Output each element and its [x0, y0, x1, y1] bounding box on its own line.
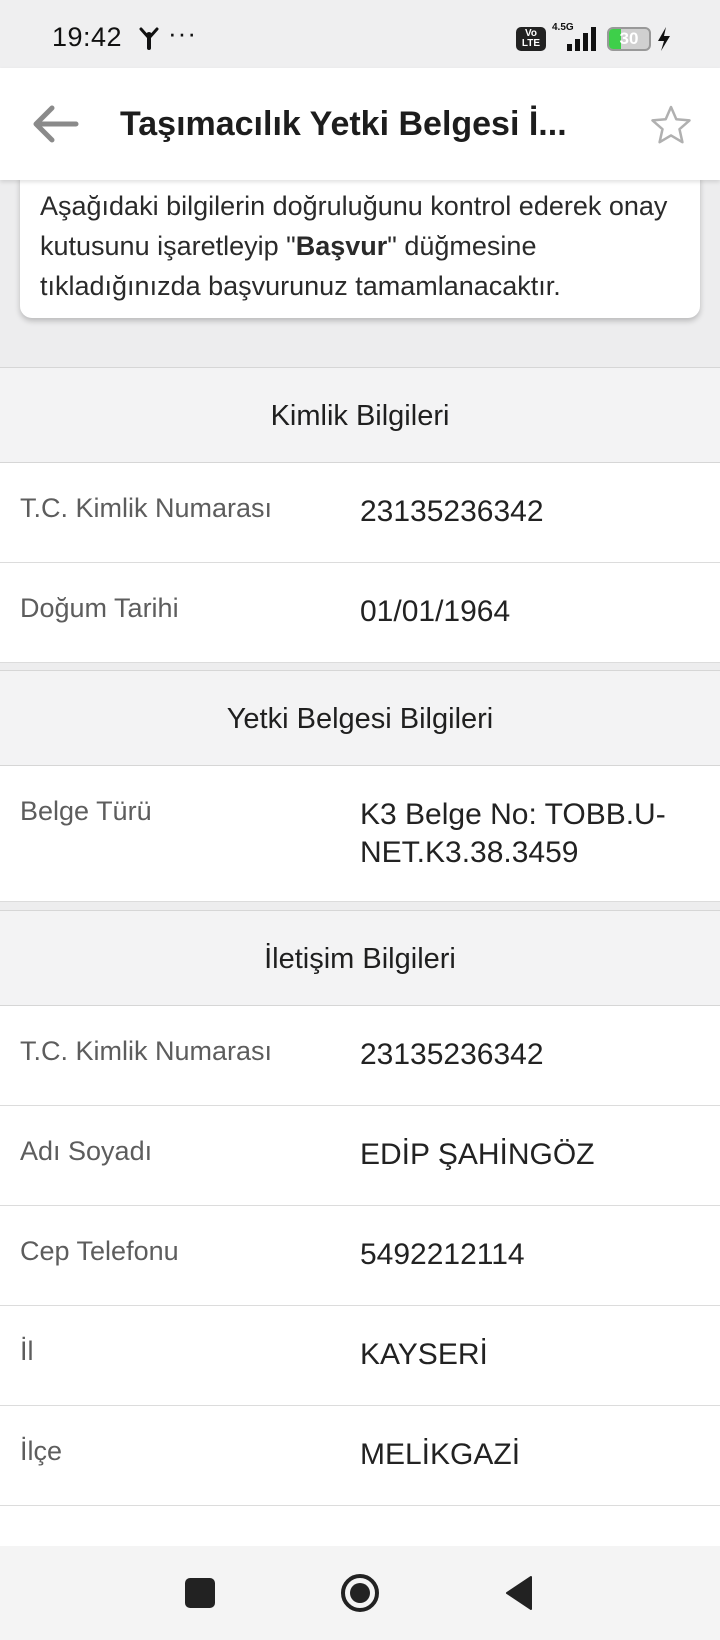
back-triangle-icon[interactable] [495, 1568, 545, 1618]
table-row: Belge Türü K3 Belge No: TOBB.U-NET.K3.38… [0, 766, 720, 902]
signal-icon [567, 27, 596, 51]
row-value: 5492212114 [360, 1238, 525, 1271]
app-bar: Taşımacılık Yetki Belgesi İ... [0, 68, 720, 180]
status-bar: 19:42 ··· Vo LTE 4.5G 30 [0, 0, 720, 68]
row-value: 01/01/1964 [360, 595, 511, 628]
row-value: 23135236342 [360, 495, 544, 528]
row-label: Adı Soyadı [20, 1136, 153, 1166]
more-notifications-icon: ··· [168, 18, 197, 48]
row-value: EDİP ŞAHİNGÖZ [360, 1138, 595, 1171]
info-text: Aşağıdaki bilgilerin doğruluğunu kontrol… [40, 186, 690, 306]
table-row: İlçe MELİKGAZİ [0, 1406, 720, 1506]
battery-icon: 30 [607, 27, 651, 51]
section-header-identity: Kimlik Bilgileri [0, 367, 720, 463]
info-text-bold: Başvur [295, 231, 388, 261]
antenna-icon [139, 27, 159, 50]
row-label: T.C. Kimlik Numarası [20, 1036, 273, 1066]
info-card: Aşağıdaki bilgilerin doğruluğunu kontrol… [20, 180, 700, 318]
table-row: İl KAYSERİ [0, 1306, 720, 1406]
row-value: KAYSERİ [360, 1338, 488, 1371]
content-scroll-area[interactable]: Aşağıdaki bilgilerin doğruluğunu kontrol… [0, 180, 720, 1546]
row-label: İlçe [20, 1436, 63, 1466]
system-nav-bar [0, 1546, 720, 1640]
table-row: T.C. Kimlik Numarası 23135236342 [0, 463, 720, 563]
table-row: Cep Telefonu 5492212114 [0, 1206, 720, 1306]
row-label: Doğum Tarihi [20, 593, 179, 623]
row-value: MELİKGAZİ [360, 1438, 521, 1471]
section-header-contact: İletişim Bilgileri [0, 910, 720, 1006]
row-value: K3 Belge No: TOBB.U-NET.K3.38.3459 [360, 798, 666, 869]
row-value: 23135236342 [360, 1038, 544, 1071]
table-row-partial [0, 1506, 720, 1546]
row-label: Cep Telefonu [20, 1236, 179, 1266]
battery-percent: 30 [619, 29, 639, 48]
table-row: Doğum Tarihi 01/01/1964 [0, 563, 720, 663]
row-label: T.C. Kimlik Numarası [20, 493, 273, 523]
favorite-star-icon[interactable] [650, 104, 692, 146]
page-title: Taşımacılık Yetki Belgesi İ... [120, 105, 567, 143]
table-row: Adı Soyadı EDİP ŞAHİNGÖZ [0, 1106, 720, 1206]
charging-icon [658, 27, 670, 51]
section-header-license: Yetki Belgesi Bilgileri [0, 670, 720, 766]
recents-square-icon[interactable] [175, 1568, 225, 1618]
volte-icon: Vo LTE [516, 27, 546, 51]
status-time: 19:42 [52, 22, 123, 52]
table-row: T.C. Kimlik Numarası 23135236342 [0, 1006, 720, 1106]
row-label: Belge Türü [20, 796, 152, 826]
row-label: İl [20, 1336, 34, 1366]
home-circle-icon[interactable] [335, 1568, 385, 1618]
back-arrow-icon[interactable] [30, 102, 80, 146]
